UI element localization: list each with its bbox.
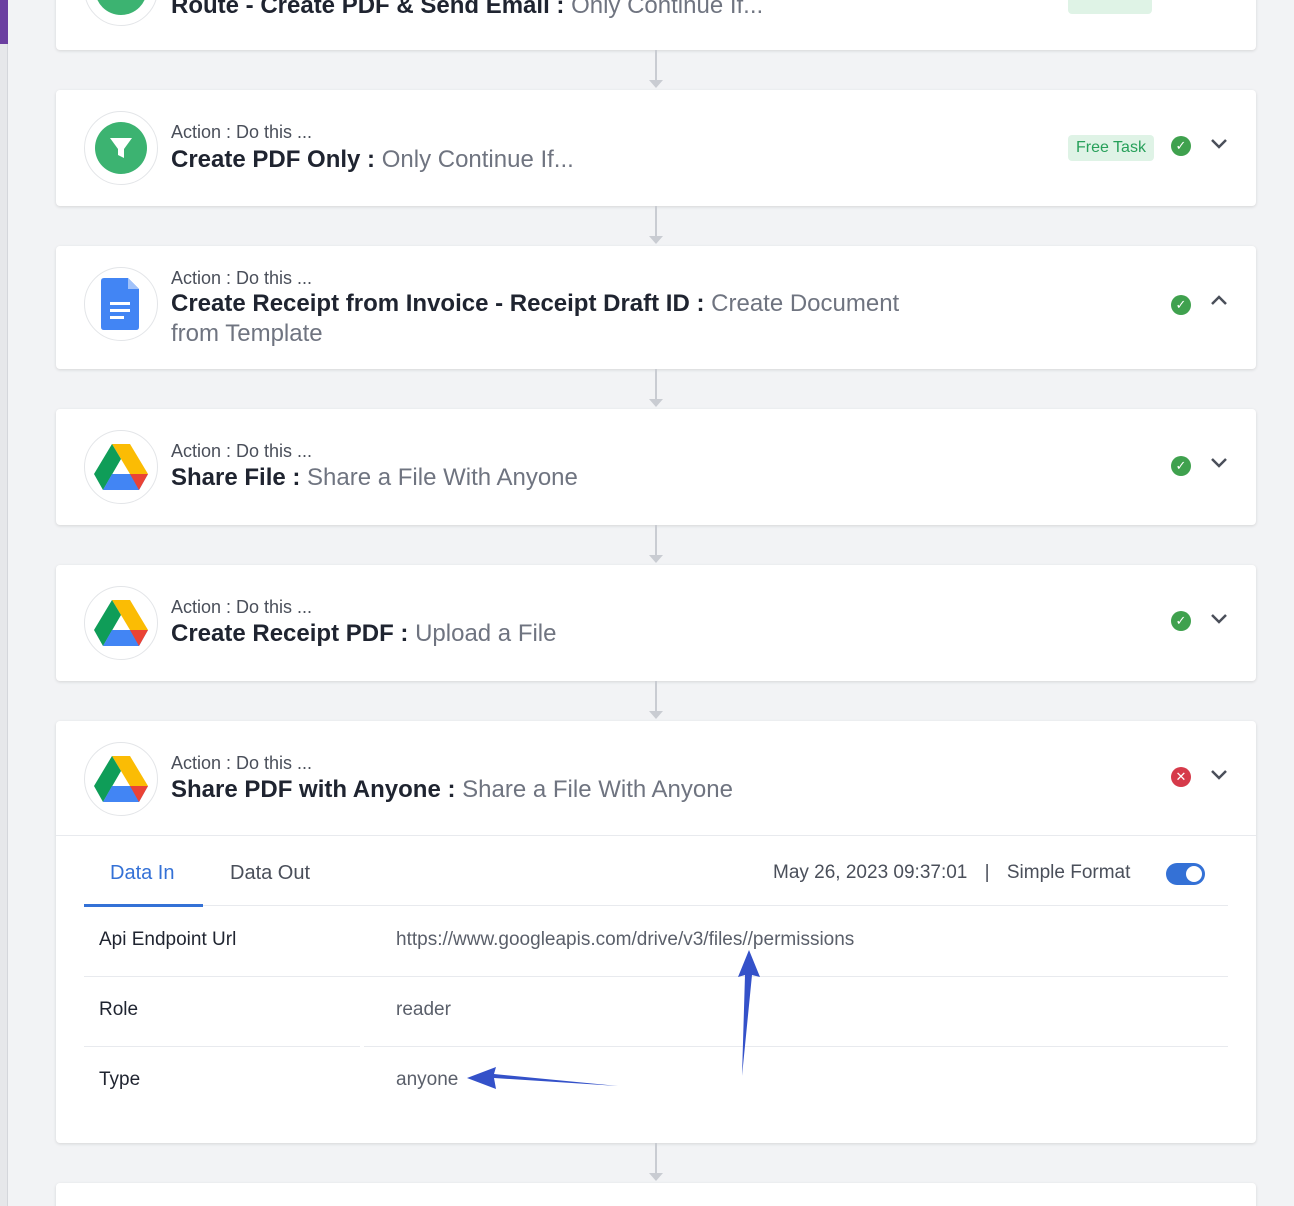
data-row: Api Endpoint Url https://www.googleapis.… <box>84 907 1228 977</box>
step-title: Create Receipt PDF : Upload a File <box>171 620 557 647</box>
filter-icon <box>84 111 158 185</box>
step-connector <box>649 369 663 407</box>
step-connector <box>649 50 663 88</box>
data-key: Type <box>99 1069 141 1090</box>
check-circle-icon: ✓ <box>1171 136 1191 156</box>
step-connector <box>649 681 663 719</box>
filter-icon <box>84 0 158 26</box>
chevron-down-icon[interactable] <box>1208 452 1230 474</box>
left-panel-accent <box>0 0 8 44</box>
free-task-badge: Free Task <box>1068 135 1154 161</box>
tab-data-in[interactable]: Data In <box>110 862 174 885</box>
step-connector <box>649 525 663 563</box>
tab-data-out[interactable]: Data Out <box>230 862 310 885</box>
left-panel-edge <box>0 0 8 1206</box>
google-docs-icon <box>84 267 158 341</box>
step-connector <box>649 1143 663 1181</box>
data-value: anyone <box>396 1069 459 1090</box>
x-circle-icon: ✕ <box>1171 767 1191 787</box>
chevron-down-icon[interactable] <box>1208 133 1230 155</box>
simple-format-label: Simple Format <box>1006 862 1131 883</box>
step-title: Share PDF with Anyone : Share a File Wit… <box>171 776 733 803</box>
chevron-up-icon[interactable] <box>1208 289 1230 311</box>
step-card-route[interactable]: Route - Create PDF & Send Email : Only C… <box>56 0 1256 50</box>
chevron-down-icon[interactable] <box>1208 608 1230 630</box>
check-circle-icon: ✓ <box>1171 295 1191 315</box>
step-connector <box>649 206 663 244</box>
step-card-create-receipt[interactable]: Action : Do this ... Create Receipt from… <box>56 246 1256 369</box>
simple-format-toggle[interactable] <box>1166 863 1205 885</box>
google-drive-icon <box>84 742 158 816</box>
step-card-share-pdf[interactable]: Action : Do this ... Share PDF with Anyo… <box>56 721 1256 1143</box>
step-card-create-receipt-pdf[interactable]: Action : Do this ... Create Receipt PDF … <box>56 565 1256 681</box>
data-row: Type anyone <box>84 1047 1228 1117</box>
step-label: Action : Do this ... <box>171 597 313 617</box>
step-label: Action : Do this ... <box>171 268 313 288</box>
step-label: Action : Do this ... <box>171 441 313 461</box>
run-timestamp: May 26, 2023 09:37:01 <box>773 862 968 883</box>
free-task-badge <box>1068 0 1152 14</box>
step-card-next[interactable] <box>56 1183 1256 1206</box>
step-label: Action : Do this ... <box>171 122 313 142</box>
step-label: Action : Do this ... <box>171 753 313 773</box>
data-key: Api Endpoint Url <box>99 929 237 950</box>
data-value: reader <box>396 999 451 1020</box>
data-row: Role reader <box>84 977 1228 1047</box>
chevron-down-icon[interactable] <box>1208 764 1230 786</box>
data-key: Role <box>99 999 139 1020</box>
step-title: Route - Create PDF & Send Email : Only C… <box>171 0 764 19</box>
step-card-create-pdf-only[interactable]: Action : Do this ... Create PDF Only : O… <box>56 90 1256 206</box>
check-circle-icon: ✓ <box>1171 611 1191 631</box>
step-card-share-file[interactable]: Action : Do this ... Share File : Share … <box>56 409 1256 525</box>
run-meta: May 26, 2023 09:37:01 | Simple Format <box>773 862 1130 884</box>
step-title: Create PDF Only : Only Continue If... <box>171 146 574 173</box>
meta-divider: | <box>984 862 990 883</box>
step-title: Create Receipt from Invoice - Receipt Dr… <box>171 290 900 347</box>
google-drive-icon <box>84 430 158 504</box>
data-tabs: Data In Data Out May 26, 2023 09:37:01 |… <box>84 836 1228 907</box>
step-title: Share File : Share a File With Anyone <box>171 464 578 491</box>
google-drive-icon <box>84 586 158 660</box>
check-circle-icon: ✓ <box>1171 456 1191 476</box>
data-value: https://www.googleapis.com/drive/v3/file… <box>396 929 855 950</box>
